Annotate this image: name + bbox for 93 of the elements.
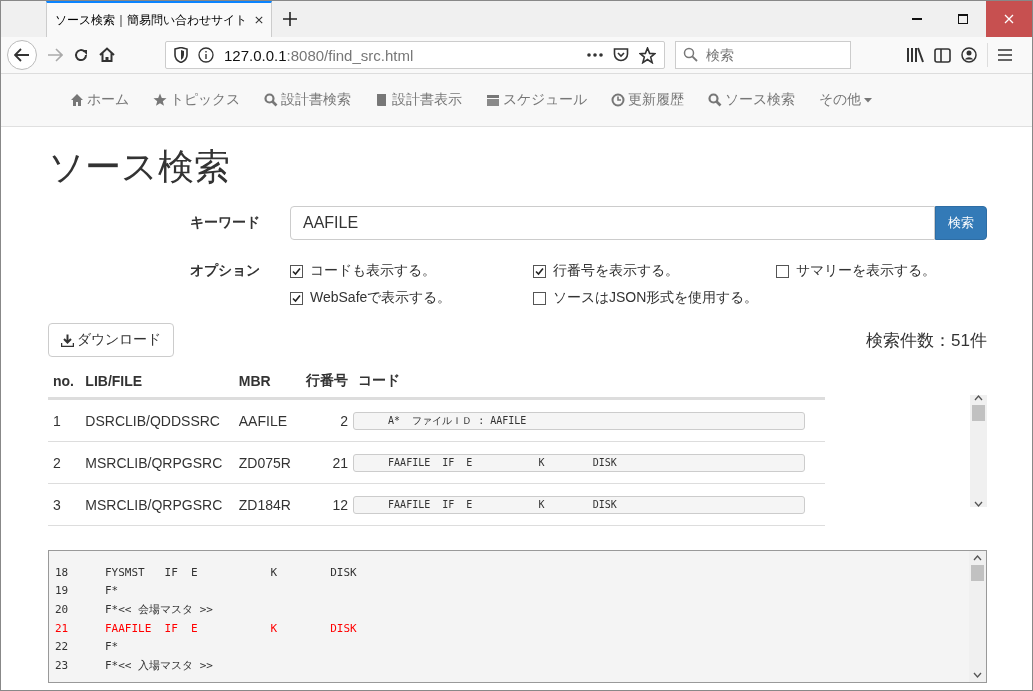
scroll-down-icon[interactable] bbox=[974, 501, 983, 507]
nav-link[interactable]: トピックス bbox=[144, 91, 249, 109]
code-snippet: FAAFILE IF E K DISK bbox=[352, 453, 805, 472]
calendar-icon bbox=[486, 93, 500, 107]
line-number: 20 bbox=[55, 603, 70, 616]
search-icon bbox=[708, 93, 722, 107]
table-cell: ZD184R bbox=[233, 483, 299, 526]
option-label[interactable]: WebSafeで表示する。 bbox=[310, 289, 452, 307]
maximize-icon[interactable] bbox=[958, 14, 968, 24]
nav-link[interactable]: スケジュール bbox=[477, 91, 596, 109]
nav-link[interactable]: 更新履歴 bbox=[602, 91, 693, 109]
reload-icon[interactable] bbox=[73, 47, 89, 63]
line-number: 22 bbox=[55, 640, 70, 654]
new-tab-icon[interactable] bbox=[283, 12, 297, 26]
code-line: F* bbox=[105, 640, 119, 654]
page-title: ソース検索 bbox=[48, 145, 231, 189]
menu-icon[interactable] bbox=[998, 49, 1012, 61]
line-number: 23 bbox=[55, 658, 70, 672]
search-button[interactable]: 検索 bbox=[935, 206, 987, 240]
scroll-thumb[interactable] bbox=[971, 565, 984, 581]
more-icon[interactable] bbox=[587, 53, 603, 57]
close-icon[interactable] bbox=[255, 15, 263, 25]
code-line: F*<< 会場マスタ >> bbox=[105, 602, 213, 617]
nav-link[interactable]: ホーム bbox=[61, 91, 138, 109]
option-label[interactable]: ソースはJSON形式を使用する。 bbox=[553, 289, 759, 307]
code-line: F* bbox=[105, 584, 119, 598]
search-icon bbox=[264, 93, 278, 107]
table-cell: 3 bbox=[48, 483, 81, 526]
table-cell: 2 bbox=[298, 398, 353, 442]
nav-link[interactable]: 設計書検索 bbox=[255, 91, 360, 109]
pocket-icon[interactable] bbox=[613, 47, 629, 63]
caret-icon bbox=[864, 97, 872, 103]
library-icon[interactable] bbox=[906, 47, 924, 63]
code-line: FYSMST IF E K DISK bbox=[105, 565, 357, 579]
option-label[interactable]: サマリーを表示する。 bbox=[796, 262, 936, 280]
sidebar-icon[interactable] bbox=[934, 47, 951, 63]
nav-link[interactable]: ソース検索 bbox=[699, 91, 804, 109]
download-button[interactable]: ダウンロード bbox=[48, 323, 174, 357]
nav-link[interactable]: 設計書表示 bbox=[366, 91, 471, 109]
field-label: オプション bbox=[189, 262, 261, 280]
code-snippet: FAAFILE IF E K DISK bbox=[352, 495, 805, 514]
back-arrow-icon bbox=[14, 48, 30, 62]
code-snippet: A* ファイルＩＤ : AAFILE bbox=[352, 411, 805, 430]
table-cell: 12 bbox=[298, 483, 353, 526]
table-cell: MSRCLIB/QRPGSRC bbox=[80, 441, 234, 484]
checkbox[interactable] bbox=[290, 264, 303, 278]
checkbox[interactable] bbox=[533, 291, 546, 305]
scroll-thumb[interactable] bbox=[972, 405, 985, 421]
line-number: 19 bbox=[55, 584, 70, 598]
clock-icon bbox=[611, 93, 625, 107]
code-line: FAAFILE IF E K DISK bbox=[105, 621, 357, 635]
book-icon bbox=[375, 93, 389, 107]
checkbox[interactable] bbox=[776, 264, 789, 278]
info-icon[interactable] bbox=[198, 47, 214, 63]
star-icon bbox=[153, 93, 167, 107]
table-cell: ZD075R bbox=[233, 441, 299, 484]
scroll-up-icon[interactable] bbox=[974, 395, 983, 401]
column-header: no. bbox=[48, 365, 81, 399]
column-header: LIB/FILE bbox=[80, 365, 234, 399]
checkbox[interactable] bbox=[533, 264, 546, 278]
table-cell: AAFILE bbox=[233, 398, 299, 442]
table-cell: 1 bbox=[48, 398, 81, 442]
shield-icon[interactable] bbox=[174, 47, 188, 63]
table-cell: MSRCLIB/QRPGSRC bbox=[80, 483, 234, 526]
column-header: コード bbox=[352, 365, 825, 399]
minimize-icon[interactable] bbox=[912, 17, 922, 21]
scroll-down-icon[interactable] bbox=[973, 672, 982, 678]
checkbox[interactable] bbox=[290, 291, 303, 305]
scrollbar[interactable] bbox=[969, 551, 986, 682]
browser-tab[interactable]: ソース検索｜簡易問い合わせサイト bbox=[46, 1, 272, 37]
home-icon[interactable] bbox=[99, 47, 115, 63]
nav-link[interactable]: その他 bbox=[810, 91, 881, 109]
line-number: 18 bbox=[55, 565, 70, 579]
option-label[interactable]: コードも表示する。 bbox=[310, 262, 436, 280]
scroll-up-icon[interactable] bbox=[973, 555, 982, 561]
scrollbar[interactable] bbox=[970, 395, 987, 507]
keyword-field[interactable]: AAFILE bbox=[290, 206, 935, 240]
bookmark-star-icon[interactable] bbox=[639, 46, 656, 64]
table-cell: 21 bbox=[298, 441, 353, 484]
table-cell: DSRCLIB/QDDSSRC bbox=[80, 398, 234, 442]
option-label[interactable]: 行番号を表示する。 bbox=[553, 262, 679, 280]
account-icon[interactable] bbox=[961, 47, 977, 63]
search-field[interactable]: 検索 bbox=[675, 41, 851, 69]
field-label: キーワード bbox=[189, 214, 261, 232]
home-icon bbox=[70, 93, 84, 107]
code-line: F*<< 入場マスタ >> bbox=[105, 657, 213, 673]
column-header: 行番号 bbox=[298, 365, 353, 399]
line-number: 21 bbox=[55, 621, 70, 635]
result-count: 検索件数：51件 bbox=[866, 329, 987, 352]
download-icon bbox=[61, 333, 74, 347]
back-button[interactable] bbox=[7, 40, 37, 70]
table-cell: 2 bbox=[48, 441, 81, 484]
column-header: MBR bbox=[233, 365, 299, 399]
